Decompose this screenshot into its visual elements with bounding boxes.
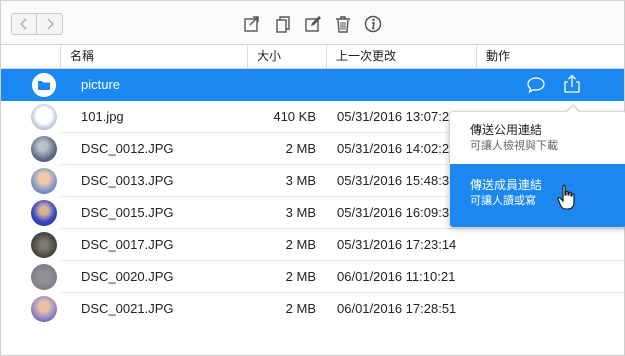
file-size: 3 MB: [285, 173, 316, 188]
share-button[interactable]: [562, 74, 582, 94]
folder-row[interactable]: picture: [1, 69, 624, 101]
send-public-link-item[interactable]: 傳送公用連結 可讓人檢視與下載: [450, 112, 625, 164]
menu-item-subtitle: 可讓人檢視與下載: [470, 140, 558, 152]
file-date: 05/31/2016 15:48:38: [337, 173, 457, 188]
thumbnail: [31, 104, 57, 130]
file-name: DSC_0021.JPG: [81, 301, 174, 316]
share-icon: [564, 74, 580, 93]
copy-button[interactable]: [273, 14, 293, 34]
edit-button[interactable]: [303, 14, 323, 34]
file-date: 05/31/2016 14:02:28: [337, 141, 457, 156]
thumbnail: [31, 232, 57, 258]
thumbnail: [31, 296, 57, 322]
hand-cursor-icon: [557, 184, 575, 210]
file-name: DSC_0020.JPG: [81, 269, 174, 284]
comment-button[interactable]: [526, 75, 546, 95]
trash-icon: [336, 16, 350, 33]
copy-icon: [276, 16, 290, 33]
folder-avatar: [32, 73, 56, 97]
move-to-icon: [244, 16, 259, 32]
file-date: 06/01/2016 11:10:21: [337, 269, 456, 284]
column-size-header[interactable]: 大小: [247, 45, 281, 69]
comment-icon: [527, 77, 545, 94]
move-to-button[interactable]: [242, 14, 262, 34]
file-date: 05/31/2016 16:09:38: [337, 205, 457, 220]
file-name: DSC_0012.JPG: [81, 141, 174, 156]
send-member-link-item[interactable]: 傳送成員連結 可讓人讀或寫: [450, 164, 625, 227]
info-button[interactable]: [363, 14, 383, 34]
file-size: 2 MB: [285, 269, 316, 284]
info-icon: [364, 15, 382, 33]
file-name: DSC_0017.JPG: [81, 237, 174, 252]
file-name: 101.jpg: [81, 109, 124, 124]
column-name-header[interactable]: 名稱: [60, 45, 94, 69]
file-size: 3 MB: [285, 205, 316, 220]
back-button[interactable]: [11, 13, 37, 35]
table-row[interactable]: DSC_0020.JPG 2 MB 06/01/2016 11:10:21: [1, 261, 624, 293]
column-header: 名稱 大小 上一次更改 動作: [1, 45, 624, 69]
thumbnail: [31, 264, 57, 290]
folder-icon: [32, 73, 56, 97]
table-row[interactable]: DSC_0017.JPG 2 MB 05/31/2016 17:23:14: [1, 229, 624, 261]
forward-button[interactable]: [37, 13, 63, 35]
edit-icon: [305, 16, 321, 32]
column-modified-header[interactable]: 上一次更改: [326, 45, 396, 69]
file-size: 2 MB: [285, 141, 316, 156]
table-row[interactable]: DSC_0021.JPG 2 MB 06/01/2016 17:28:51: [1, 293, 624, 325]
file-date: 06/01/2016 17:28:51: [337, 301, 457, 316]
column-action-header: 動作: [486, 49, 511, 63]
file-size: 2 MB: [285, 237, 316, 252]
toolbar: [1, 1, 624, 45]
delete-button[interactable]: [333, 14, 353, 34]
chevron-right-icon: [46, 18, 54, 30]
share-menu: 傳送公用連結 可讓人檢視與下載 傳送成員連結 可讓人讀或寫: [449, 111, 625, 227]
menu-item-title: 傳送公用連結: [470, 123, 543, 137]
chevron-left-icon: [19, 18, 27, 30]
menu-item-subtitle: 可讓人讀或寫: [470, 195, 536, 207]
file-date: 05/31/2016 13:07:21: [337, 109, 457, 124]
menu-item-title: 傳送成員連結: [470, 178, 543, 192]
file-name: picture: [81, 77, 121, 92]
file-name: DSC_0015.JPG: [81, 205, 174, 220]
thumbnail: [31, 200, 57, 226]
file-size: 2 MB: [285, 301, 316, 316]
file-date: 05/31/2016 17:23:14: [337, 237, 457, 252]
file-name: DSC_0013.JPG: [81, 173, 174, 188]
popup-arrow-inner: [566, 106, 580, 113]
thumbnail: [31, 168, 57, 194]
thumbnail: [31, 136, 57, 162]
file-browser-window: 名稱 大小 上一次更改 動作 picture 101.jpg 410 KB 05…: [0, 0, 625, 356]
file-size: 410 KB: [273, 109, 316, 124]
